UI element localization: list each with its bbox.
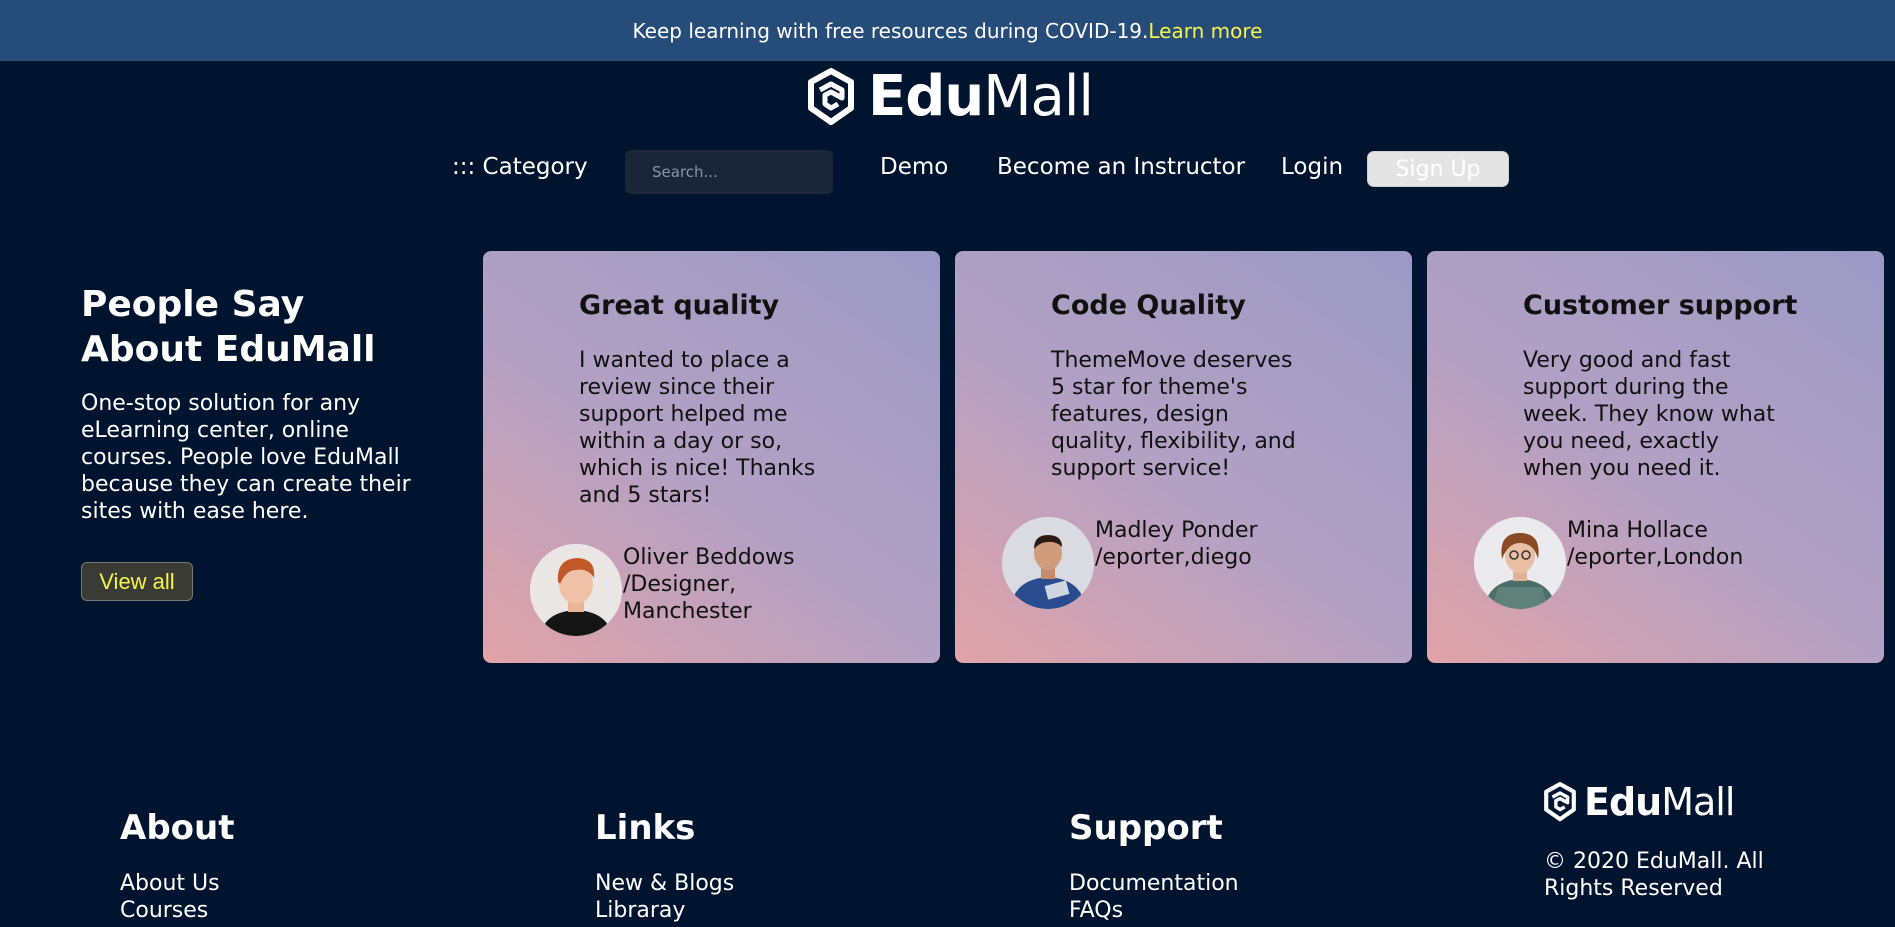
site-logo[interactable]: Edu Mall	[808, 64, 1094, 129]
testimonial-author: Madley Ponder /eporter,diego	[1095, 518, 1258, 570]
nav-demo[interactable]: Demo	[880, 154, 948, 180]
avatar	[1474, 517, 1566, 609]
footer-link-about-us[interactable]: About Us	[120, 870, 234, 897]
footer-heading: Links	[595, 808, 696, 848]
testimonial-author: Oliver Beddows /Designer, Manchester	[623, 545, 795, 624]
copyright-text: © 2020 EduMall. All Rights Reserved	[1544, 849, 1764, 901]
category-menu[interactable]: ::: Category	[452, 154, 588, 180]
footer-link-library[interactable]: Libraray	[595, 897, 734, 924]
testimonial-author: Mina Hollace /eporter,London	[1567, 518, 1744, 570]
testimonial-text: Very good and fast support during the we…	[1523, 348, 1775, 481]
announcement-text: Keep learning with free resources during…	[632, 18, 1149, 43]
edumall-logo-icon	[1544, 782, 1576, 822]
nav-become-instructor[interactable]: Become an Instructor	[997, 154, 1245, 180]
footer-links: Links New & Blogs Libraray	[595, 808, 734, 924]
testimonials-intro: People Say About EduMall One-stop soluti…	[81, 282, 421, 525]
view-all-button[interactable]: View all	[81, 562, 193, 601]
footer-support: Support Documentation FAQs	[1069, 808, 1239, 924]
testimonial-title: Code Quality	[1051, 290, 1246, 321]
logo-text-bold: Edu	[1584, 780, 1662, 824]
logo-text-light: Mall	[1661, 780, 1735, 824]
section-title-line2: About EduMall	[81, 329, 376, 370]
avatar	[1002, 517, 1094, 609]
main-nav: ::: Category Demo Become an Instructor L…	[0, 148, 1895, 198]
logo-text-bold: Edu	[868, 64, 984, 129]
signup-button[interactable]: Sign Up	[1367, 151, 1509, 187]
section-title-line1: People Say	[81, 284, 305, 325]
footer-heading: Support	[1069, 808, 1223, 848]
testimonial-card: Code Quality ThemeMove deserves 5 star f…	[955, 251, 1412, 663]
announcement-bar: Keep learning with free resources during…	[0, 0, 1895, 61]
testimonial-title: Customer support	[1523, 290, 1798, 321]
nav-login[interactable]: Login	[1281, 154, 1343, 180]
logo-text-light: Mall	[983, 64, 1094, 129]
testimonial-text: I wanted to place a review since their s…	[579, 348, 816, 508]
testimonial-title: Great quality	[579, 290, 780, 321]
footer-link-documentation[interactable]: Documentation	[1069, 870, 1239, 897]
testimonial-card: Customer support Very good and fast supp…	[1427, 251, 1884, 663]
learn-more-link[interactable]: Learn more	[1148, 19, 1262, 43]
footer-about: About About Us Courses	[120, 808, 234, 924]
testimonial-card: Great quality I wanted to place a review…	[483, 251, 940, 663]
footer-link-news-blogs[interactable]: New & Blogs	[595, 870, 734, 897]
footer-heading: About	[120, 808, 235, 848]
edumall-logo-icon	[808, 67, 854, 125]
section-title: People Say About EduMall	[81, 282, 421, 372]
testimonial-text: ThemeMove deserves 5 star for theme's fe…	[1051, 348, 1296, 481]
footer-link-courses[interactable]: Courses	[120, 897, 234, 924]
search-input[interactable]	[625, 150, 833, 194]
footer-link-faqs[interactable]: FAQs	[1069, 897, 1239, 924]
avatar	[530, 544, 622, 636]
section-description: One-stop solution for any eLearning cent…	[81, 391, 411, 524]
footer-logo[interactable]: Edu Mall	[1544, 780, 1735, 824]
